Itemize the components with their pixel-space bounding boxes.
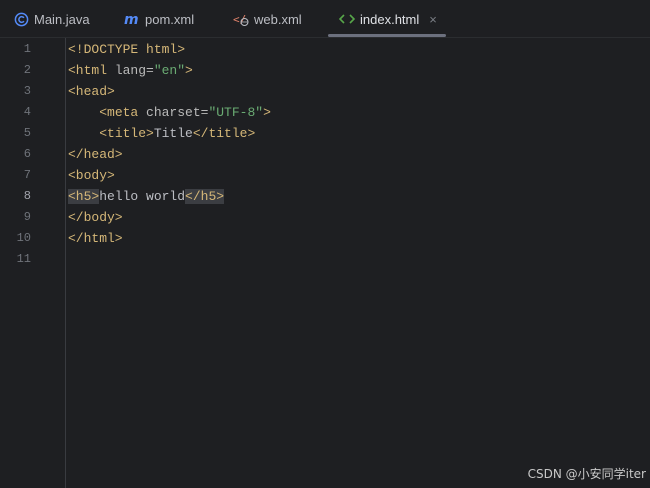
line-number: 9	[23, 210, 31, 224]
tab-pom-xml[interactable]: m pom.xml	[124, 0, 194, 38]
code-line-5: <title>Title</title>	[99, 126, 256, 141]
editor-tab-bar: Main.java m pom.xml </ web.xml index.htm…	[0, 0, 650, 38]
watermark-text: CSDN @小安同学iter	[527, 467, 646, 481]
line-number: 7	[23, 168, 31, 182]
line-number: 1	[23, 42, 31, 56]
tab-index-html[interactable]: index.html ×	[339, 0, 437, 38]
code-line-6: </head>	[68, 147, 123, 162]
line-number: 6	[23, 147, 31, 161]
tab-label: index.html	[360, 11, 420, 27]
tab-main-java[interactable]: Main.java	[13, 0, 90, 38]
maven-icon: m	[124, 11, 140, 27]
close-tab-icon[interactable]: ×	[429, 12, 437, 27]
code-line-1: <!DOCTYPE html>	[68, 42, 186, 57]
tab-label: pom.xml	[145, 11, 195, 27]
code-line-4: <meta charset="UTF-8">	[99, 105, 271, 120]
line-number: 3	[23, 84, 31, 98]
svg-text:m: m	[124, 12, 139, 26]
code-line-7: <body>	[68, 168, 115, 183]
code-line-9: </body>	[68, 210, 123, 225]
web-xml-icon: </	[233, 11, 249, 27]
active-tab-indicator	[328, 34, 446, 37]
code-line-8: <h5>hello world</h5>	[68, 189, 225, 204]
line-number: 5	[23, 126, 31, 140]
line-number: 10	[16, 231, 31, 245]
line-number: 4	[23, 105, 31, 119]
html-icon	[339, 11, 355, 27]
line-number: 2	[23, 63, 31, 77]
line-number: 11	[16, 252, 31, 266]
ide-window: Main.java m pom.xml </ web.xml index.htm…	[0, 0, 650, 488]
tab-label: Main.java	[34, 11, 90, 27]
svg-text:</: </	[233, 13, 246, 26]
tab-web-xml[interactable]: </ web.xml	[233, 0, 302, 38]
line-number-gutter: 1 2 3 4 5 6 7 8 9 10 11	[0, 38, 66, 488]
code-editor[interactable]: <!DOCTYPE html> <html lang="en"> <head> …	[66, 38, 650, 488]
line-number-current: 8	[23, 189, 31, 203]
java-class-icon	[13, 11, 29, 27]
code-line-10: </html>	[68, 231, 123, 246]
tab-label: web.xml	[254, 11, 302, 27]
code-line-2: <html lang="en">	[68, 63, 193, 78]
code-line-3: <head>	[68, 84, 115, 99]
